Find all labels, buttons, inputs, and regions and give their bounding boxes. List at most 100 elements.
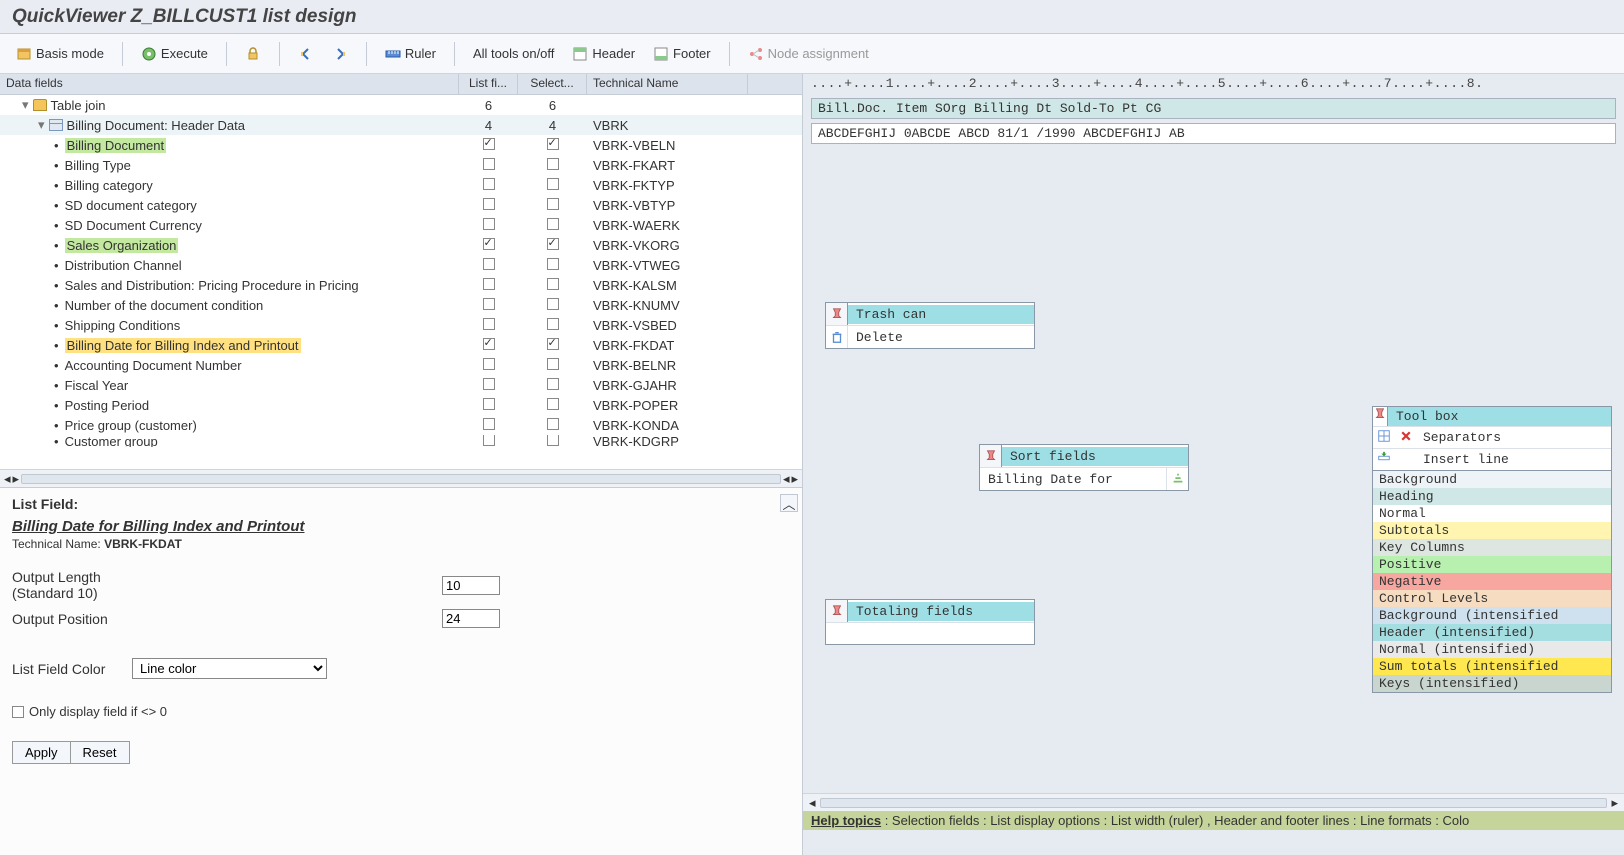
list-field-checkbox[interactable] bbox=[483, 138, 495, 150]
preview-body-line[interactable]: ABCDEFGHIJ 0ABCDE ABCD 81/1 /1990 ABCDEF… bbox=[811, 123, 1616, 144]
color-swatch[interactable]: Subtotals bbox=[1373, 522, 1611, 539]
tree-item-label-cell[interactable]: • Number of the document condition bbox=[0, 298, 459, 313]
selection-field-checkbox[interactable] bbox=[547, 418, 559, 430]
only-display-checkbox[interactable] bbox=[12, 706, 24, 718]
sort-fields-box[interactable]: Sort fields Billing Date for bbox=[979, 444, 1189, 491]
trash-can-box[interactable]: Trash can Delete bbox=[825, 302, 1035, 349]
color-swatch[interactable]: Header (intensified) bbox=[1373, 624, 1611, 641]
right-horizontal-scroll[interactable]: ◂ ▸ bbox=[803, 793, 1624, 811]
selection-field-checkbox[interactable] bbox=[547, 298, 559, 310]
tree-item[interactable]: • Distribution ChannelVBRK-VTWEG bbox=[0, 255, 802, 275]
tree-body[interactable]: ▾ Table join 6 6 ▾ Billing Document: Hea… bbox=[0, 95, 802, 469]
pin-icon[interactable] bbox=[826, 600, 848, 622]
totaling-fields-box[interactable]: Totaling fields bbox=[825, 599, 1035, 645]
header-button[interactable]: Header bbox=[566, 43, 641, 65]
totaling-empty-row[interactable] bbox=[826, 622, 1034, 644]
trash-delete-row[interactable]: Delete bbox=[826, 325, 1034, 348]
color-swatch[interactable]: Normal (intensified) bbox=[1373, 641, 1611, 658]
tree-item[interactable]: • Billing categoryVBRK-FKTYP bbox=[0, 175, 802, 195]
lock-icon-button[interactable] bbox=[239, 43, 267, 65]
tree-item-label-cell[interactable]: • SD document category bbox=[0, 198, 459, 213]
selection-field-checkbox[interactable] bbox=[547, 218, 559, 230]
color-swatch[interactable]: Background (intensified bbox=[1373, 607, 1611, 624]
selection-field-checkbox[interactable] bbox=[547, 318, 559, 330]
ruler-button[interactable]: Ruler bbox=[379, 43, 442, 65]
color-swatch[interactable]: Normal bbox=[1373, 505, 1611, 522]
output-length-input[interactable] bbox=[442, 576, 500, 595]
node-assignment-button[interactable]: Node assignment bbox=[742, 43, 875, 65]
list-field-checkbox[interactable] bbox=[483, 378, 495, 390]
list-field-checkbox[interactable] bbox=[483, 198, 495, 210]
tree-item[interactable]: • Shipping ConditionsVBRK-VSBED bbox=[0, 315, 802, 335]
list-field-checkbox[interactable] bbox=[483, 258, 495, 270]
list-field-checkbox[interactable] bbox=[483, 358, 495, 370]
tree-item-label-cell[interactable]: • Sales Organization bbox=[0, 238, 459, 253]
list-field-checkbox[interactable] bbox=[483, 338, 495, 350]
list-field-checkbox[interactable] bbox=[483, 398, 495, 410]
selection-field-checkbox[interactable] bbox=[547, 398, 559, 410]
nav-next-button[interactable] bbox=[326, 43, 354, 65]
footer-button[interactable]: Footer bbox=[647, 43, 717, 65]
help-topics-bar[interactable]: Help topics : Selection fields : List di… bbox=[803, 811, 1624, 830]
tree-item-label-cell[interactable]: • Distribution Channel bbox=[0, 258, 459, 273]
separators-row[interactable]: Separators bbox=[1373, 426, 1611, 448]
list-field-checkbox[interactable] bbox=[483, 178, 495, 190]
nav-prev-button[interactable] bbox=[292, 43, 320, 65]
tree-item[interactable]: • Billing Date for Billing Index and Pri… bbox=[0, 335, 802, 355]
scroll-track[interactable] bbox=[820, 798, 1608, 808]
scroll-left-icon[interactable]: ◂ bbox=[809, 795, 816, 811]
tree-item[interactable]: • Posting PeriodVBRK-POPER bbox=[0, 395, 802, 415]
selection-field-checkbox[interactable] bbox=[547, 278, 559, 290]
tree-item[interactable]: • Customer groupVBRK-KDGRP bbox=[0, 435, 802, 447]
color-swatch[interactable]: Keys (intensified) bbox=[1373, 675, 1611, 692]
list-field-checkbox[interactable] bbox=[483, 298, 495, 310]
list-field-checkbox[interactable] bbox=[483, 278, 495, 290]
list-field-checkbox[interactable] bbox=[483, 435, 495, 446]
selection-field-checkbox[interactable] bbox=[547, 138, 559, 150]
tree-item[interactable]: • Price group (customer)VBRK-KONDA bbox=[0, 415, 802, 435]
selection-field-checkbox[interactable] bbox=[547, 338, 559, 350]
tree-horizontal-scroll[interactable]: ◂ ▸ ◂ ▸ bbox=[0, 469, 802, 487]
tree-item-label-cell[interactable]: • Shipping Conditions bbox=[0, 318, 459, 333]
col-list-fi[interactable]: List fi... bbox=[459, 74, 518, 94]
apply-button[interactable]: Apply bbox=[12, 741, 70, 764]
tree-item-label-cell[interactable]: • Posting Period bbox=[0, 398, 459, 413]
color-swatch[interactable]: Background bbox=[1373, 471, 1611, 488]
tree-item-label-cell[interactable]: • Sales and Distribution: Pricing Proced… bbox=[0, 278, 459, 293]
tree-item[interactable]: • Sales OrganizationVBRK-VKORG bbox=[0, 235, 802, 255]
tree-item[interactable]: • SD Document CurrencyVBRK-WAERK bbox=[0, 215, 802, 235]
tree-item-label-cell[interactable]: • Billing Document bbox=[0, 138, 459, 153]
pin-icon[interactable] bbox=[980, 445, 1002, 467]
selection-field-checkbox[interactable] bbox=[547, 238, 559, 250]
pin-icon[interactable] bbox=[1373, 407, 1388, 426]
tree-item[interactable]: • Billing DocumentVBRK-VBELN bbox=[0, 135, 802, 155]
scroll-right-icon[interactable]: ▸ bbox=[791, 471, 798, 487]
scroll-up-button[interactable]: ︿ bbox=[780, 494, 798, 512]
scroll-right-icon[interactable]: ▸ bbox=[1611, 795, 1618, 811]
basis-mode-button[interactable]: Basis mode bbox=[10, 43, 110, 65]
scroll-left-icon[interactable]: ◂ bbox=[783, 471, 790, 487]
selection-field-checkbox[interactable] bbox=[547, 198, 559, 210]
selection-field-checkbox[interactable] bbox=[547, 178, 559, 190]
tree-root[interactable]: ▾ Table join bbox=[0, 97, 459, 113]
selection-field-checkbox[interactable] bbox=[547, 358, 559, 370]
reset-button[interactable]: Reset bbox=[70, 741, 130, 764]
all-tools-button[interactable]: All tools on/off bbox=[467, 43, 560, 64]
tree-item-label-cell[interactable]: • Customer group bbox=[0, 435, 459, 447]
scroll-right-icon[interactable]: ▸ bbox=[13, 471, 20, 487]
execute-button[interactable]: Execute bbox=[135, 43, 214, 65]
expand-icon[interactable]: ▾ bbox=[38, 117, 45, 133]
col-technical-name[interactable]: Technical Name bbox=[587, 74, 748, 94]
list-field-checkbox[interactable] bbox=[483, 158, 495, 170]
scroll-left-icon[interactable]: ◂ bbox=[4, 471, 11, 487]
color-swatch[interactable]: Negative bbox=[1373, 573, 1611, 590]
list-field-checkbox[interactable] bbox=[483, 218, 495, 230]
sort-field-item[interactable]: Billing Date for bbox=[980, 467, 1188, 490]
tree-item-label-cell[interactable]: • Fiscal Year bbox=[0, 378, 459, 393]
tree-item[interactable]: • Number of the document conditionVBRK-K… bbox=[0, 295, 802, 315]
color-swatch[interactable]: Sum totals (intensified bbox=[1373, 658, 1611, 675]
output-position-input[interactable] bbox=[442, 609, 500, 628]
tree-item[interactable]: • Sales and Distribution: Pricing Proced… bbox=[0, 275, 802, 295]
col-select[interactable]: Select... bbox=[518, 74, 587, 94]
color-swatch[interactable]: Control Levels bbox=[1373, 590, 1611, 607]
